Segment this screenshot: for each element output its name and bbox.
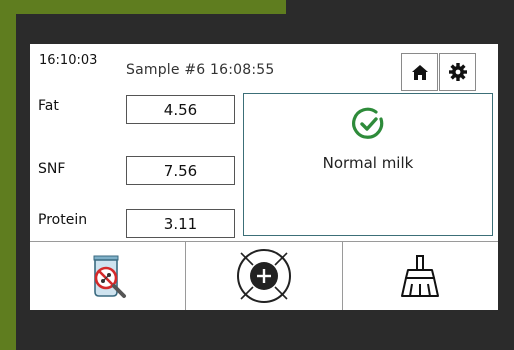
fat-value: 4.56 bbox=[126, 95, 235, 124]
sample-beaker-icon bbox=[93, 255, 126, 298]
device-frame-accent-top bbox=[0, 0, 286, 14]
sample-info: Sample #6 16:08:55 bbox=[126, 62, 275, 78]
home-icon bbox=[411, 64, 428, 80]
protein-value: 3.11 bbox=[126, 209, 235, 238]
device-frame-accent bbox=[0, 0, 16, 350]
add-sample-button[interactable] bbox=[186, 242, 343, 310]
snf-value: 7.56 bbox=[126, 156, 235, 185]
clean-button[interactable] bbox=[342, 242, 498, 310]
broom-icon bbox=[401, 255, 440, 297]
protein-label: Protein bbox=[38, 212, 88, 228]
fat-label: Fat bbox=[38, 98, 59, 114]
add-circle-icon bbox=[236, 249, 291, 303]
clock-time: 16:10:03 bbox=[39, 53, 98, 68]
settings-button[interactable] bbox=[439, 53, 476, 91]
snf-label: SNF bbox=[38, 161, 66, 177]
device-screen: 16:10:03 Sample #6 16:08:55 Fat 4.56 SNF… bbox=[30, 44, 498, 310]
test-sample-button[interactable] bbox=[30, 242, 187, 310]
status-text: Normal milk bbox=[322, 154, 414, 172]
home-button[interactable] bbox=[401, 53, 438, 91]
gear-icon bbox=[448, 63, 467, 81]
result-status-panel: Normal milk bbox=[243, 93, 493, 236]
check-circle-icon bbox=[352, 107, 384, 139]
action-bar bbox=[30, 241, 498, 310]
